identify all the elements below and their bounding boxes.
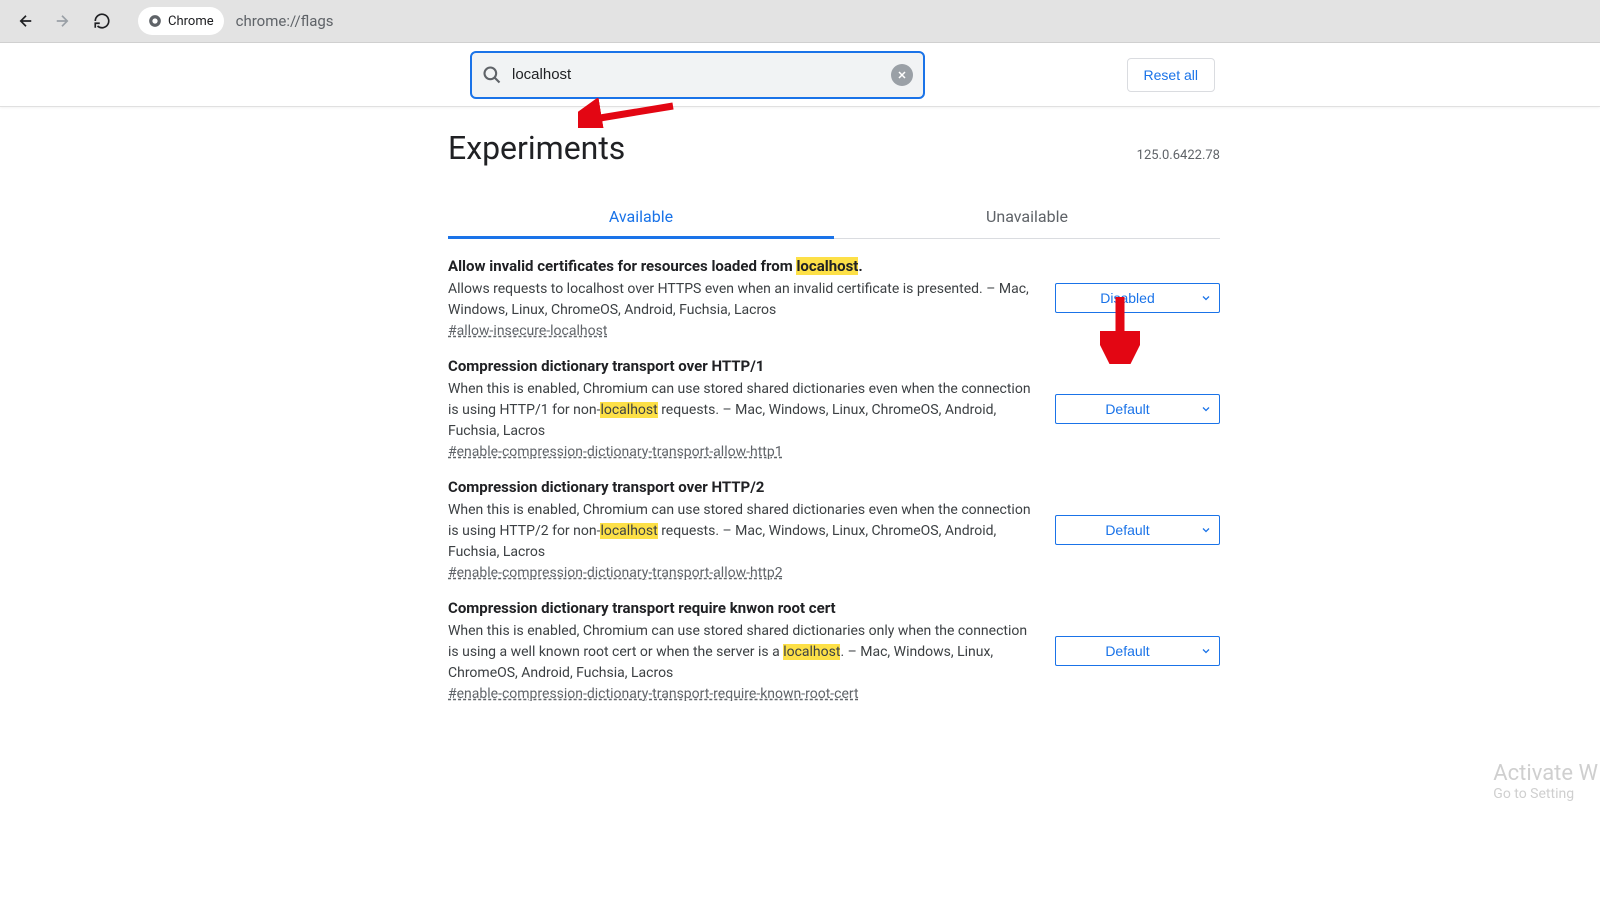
- flag-title: Compression dictionary transport require…: [448, 599, 1035, 617]
- flag-anchor[interactable]: #allow-insecure-localhost: [448, 323, 1035, 339]
- flag-description: When this is enabled, Chromium can use s…: [448, 621, 1035, 684]
- flag-item: Compression dictionary transport over HT…: [448, 339, 1220, 460]
- back-button[interactable]: [8, 3, 44, 39]
- flag-state-select[interactable]: Default: [1055, 636, 1220, 666]
- chrome-chip: Chrome: [138, 7, 224, 35]
- flags-toolbar: Reset all: [0, 43, 1600, 107]
- search-box[interactable]: [470, 51, 925, 99]
- flag-state-select[interactable]: Default: [1055, 394, 1220, 424]
- flag-anchor[interactable]: #enable-compression-dictionary-transport…: [448, 444, 1035, 460]
- flags-list: Allow invalid certificates for resources…: [448, 239, 1220, 702]
- omnibox[interactable]: Chrome chrome://flags: [138, 7, 334, 35]
- tabs: Available Unavailable: [448, 195, 1220, 239]
- flag-description: Allows requests to localhost over HTTPS …: [448, 279, 1035, 321]
- windows-watermark: Activate W Go to Setting: [1493, 761, 1598, 802]
- flag-anchor[interactable]: #enable-compression-dictionary-transport…: [448, 686, 1035, 702]
- tab-available[interactable]: Available: [448, 195, 834, 238]
- flag-description: When this is enabled, Chromium can use s…: [448, 500, 1035, 563]
- search-icon: [482, 65, 502, 85]
- flag-item: Compression dictionary transport require…: [448, 581, 1220, 702]
- flag-state-select[interactable]: Default: [1055, 515, 1220, 545]
- reload-button[interactable]: [84, 3, 120, 39]
- version-text: 125.0.6422.78: [1137, 148, 1220, 163]
- flag-item: Allow invalid certificates for resources…: [448, 239, 1220, 339]
- clear-search-button[interactable]: [891, 64, 913, 86]
- reset-all-button[interactable]: Reset all: [1127, 58, 1215, 92]
- flag-title: Allow invalid certificates for resources…: [448, 257, 1035, 275]
- chrome-chip-text: Chrome: [168, 14, 214, 29]
- browser-toolbar: Chrome chrome://flags: [0, 0, 1600, 43]
- flag-description: When this is enabled, Chromium can use s…: [448, 379, 1035, 442]
- forward-button[interactable]: [44, 3, 80, 39]
- search-input[interactable]: [512, 66, 881, 83]
- flag-state-select[interactable]: Disabled: [1055, 283, 1220, 313]
- content-area: Experiments 125.0.6422.78 Available Unav…: [448, 107, 1220, 702]
- chrome-icon: [148, 14, 162, 28]
- flag-item: Compression dictionary transport over HT…: [448, 460, 1220, 581]
- tab-unavailable[interactable]: Unavailable: [834, 195, 1220, 238]
- url-text: chrome://flags: [236, 12, 334, 30]
- flag-anchor[interactable]: #enable-compression-dictionary-transport…: [448, 565, 1035, 581]
- flag-title: Compression dictionary transport over HT…: [448, 357, 1035, 375]
- close-icon: [896, 69, 908, 81]
- flag-title: Compression dictionary transport over HT…: [448, 478, 1035, 496]
- page-title: Experiments: [448, 129, 625, 167]
